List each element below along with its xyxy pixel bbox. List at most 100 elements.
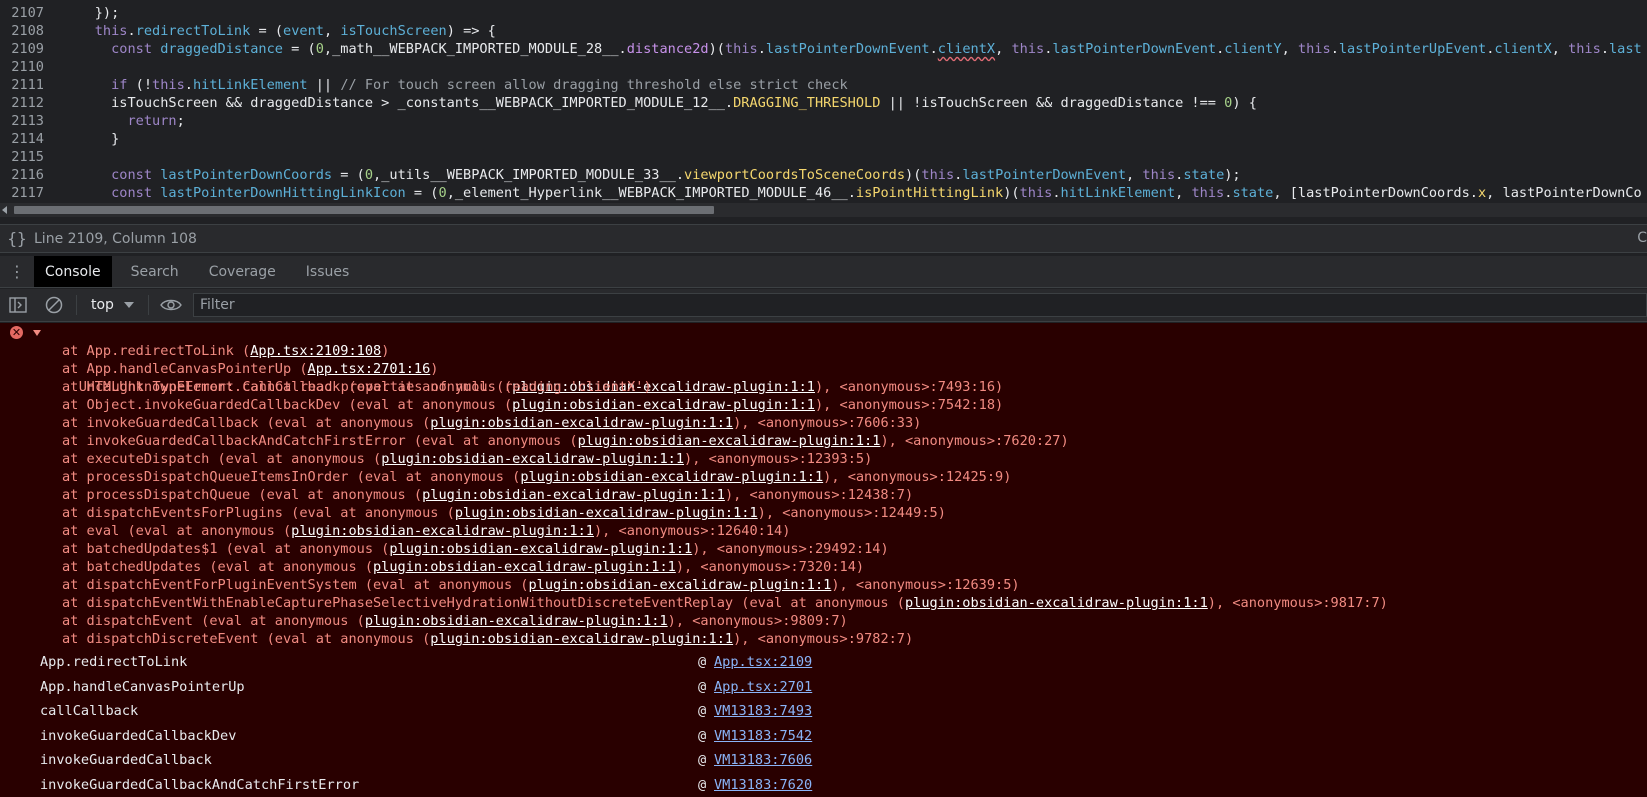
frame-source-link[interactable]: plugin:obsidian-excalidraw-plugin:1:1 bbox=[381, 451, 684, 467]
frame-source-link[interactable]: plugin:obsidian-excalidraw-plugin:1:1 bbox=[422, 487, 725, 503]
console-messages[interactable]: ✕ Uncaught TypeError: Cannot read proper… bbox=[0, 323, 1647, 797]
code-token: lastPointerDownEvent bbox=[765, 41, 930, 57]
frame-source-link[interactable]: plugin:obsidian-excalidraw-plugin:1:1 bbox=[291, 523, 594, 539]
frame-source-link[interactable]: plugin:obsidian-excalidraw-plugin:1:1 bbox=[520, 469, 823, 485]
line-number[interactable]: 2112 bbox=[0, 94, 44, 112]
code-line[interactable]: 2114 } bbox=[0, 130, 1647, 148]
frame-text: ), <anonymous>:12393:5) bbox=[684, 451, 873, 467]
editor-horizontal-scrollbar[interactable] bbox=[0, 203, 1647, 217]
code-token: (! bbox=[127, 77, 153, 93]
source-link[interactable]: VM13183:7542 bbox=[714, 724, 812, 748]
error-circle-icon: ✕ bbox=[10, 326, 23, 339]
frame-text: ) bbox=[430, 361, 439, 377]
frame-text: at Object.invokeGuardedCallbackDev (eval… bbox=[62, 397, 513, 413]
source-link[interactable]: App.tsx:2701 bbox=[714, 675, 812, 699]
code-token: )( bbox=[1003, 185, 1020, 201]
code-line[interactable]: 2107 }); bbox=[0, 4, 1647, 22]
code-line[interactable]: 2115 bbox=[0, 148, 1647, 166]
kebab-icon[interactable]: ⋮ bbox=[0, 256, 34, 287]
source-link[interactable]: VM13183:7606 bbox=[714, 748, 812, 772]
line-number[interactable]: 2114 bbox=[0, 130, 44, 148]
toolbar-divider bbox=[147, 295, 149, 315]
frame-source-link[interactable]: plugin:obsidian-excalidraw-plugin:1:1 bbox=[905, 595, 1208, 611]
source-link[interactable]: App.tsx:2109 bbox=[714, 650, 812, 674]
frame-source-link[interactable]: plugin:obsidian-excalidraw-plugin:1:1 bbox=[455, 505, 758, 521]
code-token: || !isTouchScreen && draggedDistance !== bbox=[880, 95, 1225, 111]
code-token: draggedDistance bbox=[160, 41, 283, 57]
tab-coverage[interactable]: Coverage bbox=[198, 256, 287, 287]
code-token: this bbox=[1568, 41, 1601, 57]
code-lines[interactable]: 2107 }); 2108 this.redirectToLink = (even… bbox=[0, 4, 1647, 202]
line-number[interactable]: 2108 bbox=[0, 22, 44, 40]
frame-source-link[interactable]: plugin:obsidian-excalidraw-plugin:1:1 bbox=[512, 397, 815, 413]
frame-text: ), <anonymous>:9782:7) bbox=[733, 631, 914, 647]
source-link[interactable]: VM13183:7493 bbox=[714, 699, 812, 723]
line-number[interactable]: 2115 bbox=[0, 148, 44, 166]
stack-frame: at dispatchEventWithEnableCapturePhaseSe… bbox=[0, 594, 1647, 612]
tab-console[interactable]: Console bbox=[34, 256, 112, 287]
code-token: )( bbox=[708, 41, 725, 57]
line-number[interactable]: 2107 bbox=[0, 4, 44, 22]
code-token: . bbox=[929, 41, 938, 57]
code-token: this bbox=[724, 41, 758, 57]
frame-source-link[interactable]: plugin:obsidian-excalidraw-plugin:1:1 bbox=[529, 577, 832, 593]
line-number[interactable]: 2110 bbox=[0, 58, 44, 76]
scroll-left-arrow-icon[interactable] bbox=[2, 206, 7, 214]
frame-source-link[interactable]: plugin:obsidian-excalidraw-plugin:1:1 bbox=[389, 541, 692, 557]
code-line[interactable]: 2110 bbox=[0, 58, 1647, 76]
code-token: this bbox=[1142, 167, 1176, 183]
stack-table-row: invokeGuardedCallbackAndCatchFirstError @… bbox=[0, 773, 1647, 797]
frame-source-link[interactable]: App.tsx:2701:16 bbox=[308, 361, 431, 377]
code-line[interactable]: 2111 if (!this.hitLinkElement || // For … bbox=[0, 76, 1647, 94]
line-number[interactable]: 2113 bbox=[0, 112, 44, 130]
line-number[interactable]: 2117 bbox=[0, 184, 44, 202]
at-sign: @ bbox=[698, 654, 707, 670]
code-token: }); bbox=[62, 5, 120, 21]
stack-frames-table: App.redirectToLink @ App.tsx:2109 App.handl… bbox=[0, 650, 1647, 797]
code-line[interactable]: 2112 isTouchScreen && draggedDistance > … bbox=[0, 94, 1647, 112]
line-number[interactable]: 2109 bbox=[0, 40, 44, 58]
code-token: if bbox=[111, 77, 128, 93]
frame-text: ), <anonymous>:12639:5) bbox=[831, 577, 1020, 593]
frame-source-link[interactable]: plugin:obsidian-excalidraw-plugin:1:1 bbox=[430, 415, 733, 431]
line-number[interactable]: 2111 bbox=[0, 76, 44, 94]
code-token: . bbox=[184, 77, 193, 93]
filter-input[interactable] bbox=[192, 293, 1647, 317]
frame-text: at eval (eval at anonymous ( bbox=[62, 523, 292, 539]
code-line[interactable]: 2109 const draggedDistance = (0,_math__W… bbox=[0, 40, 1647, 58]
tab-issues[interactable]: Issues bbox=[295, 256, 361, 287]
tab-search[interactable]: Search bbox=[120, 256, 190, 287]
code-token: DRAGGING_THRESHOLD bbox=[733, 95, 881, 111]
eye-icon[interactable] bbox=[153, 289, 189, 322]
stack-table-row: App.handleCanvasPointerUp @ App.tsx:2701 bbox=[0, 675, 1647, 700]
context-selector[interactable]: top bbox=[81, 297, 144, 313]
sidebar-toggle-icon[interactable] bbox=[0, 289, 36, 322]
frame-source-link[interactable]: plugin:obsidian-excalidraw-plugin:1:1 bbox=[430, 631, 733, 647]
source-link[interactable]: VM13183:7620 bbox=[714, 773, 812, 797]
code-line[interactable]: 2113 return; bbox=[0, 112, 1647, 130]
expand-caret-icon[interactable] bbox=[33, 330, 41, 336]
code-token: . bbox=[1600, 41, 1609, 57]
code-token: ); bbox=[1224, 167, 1241, 183]
code-line[interactable]: 2117 const lastPointerDownHittingLinkIco… bbox=[0, 184, 1647, 202]
code-line[interactable]: 2108 this.redirectToLink = (event, isTou… bbox=[0, 22, 1647, 40]
frame-source-link[interactable]: plugin:obsidian-excalidraw-plugin:1:1 bbox=[365, 613, 668, 629]
frame-text: at batchedUpdates (eval at anonymous ( bbox=[62, 559, 373, 575]
frame-source-link[interactable]: plugin:obsidian-excalidraw-plugin:1:1 bbox=[373, 559, 676, 575]
clear-console-icon[interactable] bbox=[36, 289, 72, 322]
source-editor[interactable]: 2107 }); 2108 this.redirectToLink = (even… bbox=[0, 0, 1647, 202]
status-right-text: C bbox=[1637, 230, 1647, 246]
code-token: , bbox=[1281, 41, 1298, 57]
braces-icon[interactable]: {} bbox=[0, 229, 34, 248]
scrollbar-thumb[interactable] bbox=[14, 206, 714, 214]
frame-source-link[interactable]: plugin:obsidian-excalidraw-plugin:1:1 bbox=[578, 433, 881, 449]
code-token: lastPointerUpEvent bbox=[1338, 41, 1487, 57]
frame-source-link[interactable]: App.tsx:2109:108 bbox=[250, 343, 381, 359]
code-token: , bbox=[995, 41, 1012, 57]
line-number[interactable]: 2116 bbox=[0, 166, 44, 184]
error-message-row[interactable]: ✕ Uncaught TypeError: Cannot read proper… bbox=[0, 324, 1647, 395]
code-token: = ( bbox=[282, 41, 316, 57]
code-line[interactable]: 2116 const lastPointerDownCoords = (0,_u… bbox=[0, 166, 1647, 184]
function-name: callCallback bbox=[40, 703, 139, 719]
